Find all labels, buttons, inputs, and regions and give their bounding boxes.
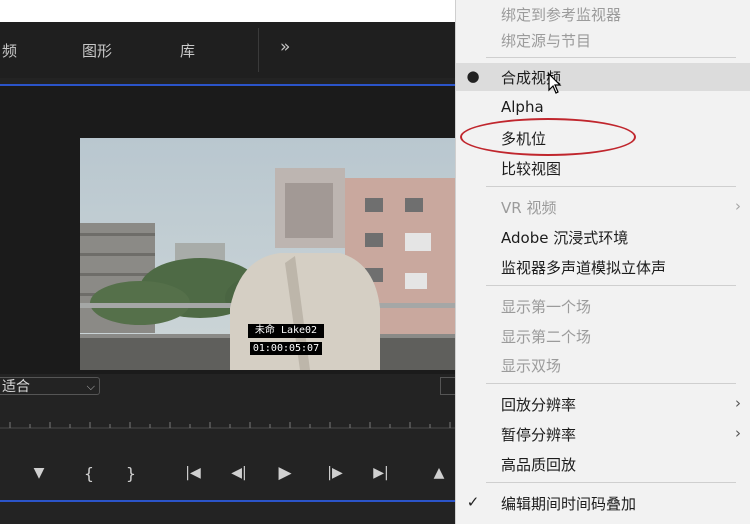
- menu-item-paused-resolution[interactable]: 暂停分辨率 ›: [456, 420, 750, 448]
- step-forward-icon: |▶: [327, 465, 343, 481]
- menu-separator: [486, 57, 736, 58]
- fit-zoom-select[interactable]: 适合 ⌵: [0, 377, 100, 395]
- play-icon: ▶: [278, 463, 292, 483]
- menu-item-multichannel-stereo[interactable]: 监视器多声道模拟立体声: [456, 253, 750, 281]
- tab-audio[interactable]: 频: [2, 40, 17, 61]
- menu-item-alpha[interactable]: Alpha: [456, 94, 750, 122]
- tab-graphics[interactable]: 图形: [82, 40, 112, 61]
- transport-controls: ▼ { } |◀ ◀| ▶ |▶ ▶| ▲: [0, 448, 455, 498]
- monitor-controls-row: 适合 ⌵: [0, 374, 455, 398]
- play-button[interactable]: ▶: [270, 448, 300, 498]
- chevron-right-icon: ›: [735, 197, 741, 215]
- monitor-context-menu: 绑定到参考监视器 绑定源与节目 ● 合成视频 Alpha 多机位 比较视图 VR…: [455, 0, 750, 524]
- ruler-ticks: [0, 422, 455, 429]
- workspace-tab-bar: 频 图形 库 »: [0, 22, 455, 78]
- lift-icon: ▲: [433, 465, 445, 481]
- menu-item-comparison-view[interactable]: 比较视图: [456, 154, 750, 182]
- overlay-timecode: 01:00:05:07: [250, 342, 322, 355]
- menu-item-playback-resolution[interactable]: 回放分辨率 ›: [456, 390, 750, 418]
- lift-button[interactable]: ▲: [424, 448, 454, 498]
- menu-separator: [486, 482, 736, 483]
- menu-separator: [486, 285, 736, 286]
- mark-out-button[interactable]: }: [116, 448, 146, 498]
- chevron-right-icon: ›: [735, 394, 741, 412]
- menu-item-show-both-fields[interactable]: 显示双场: [456, 351, 750, 379]
- go-to-in-icon: |◀: [185, 465, 201, 481]
- add-marker-button[interactable]: ▼: [24, 448, 54, 498]
- menu-separator: [486, 186, 736, 187]
- mark-out-icon: }: [125, 463, 137, 483]
- marker-icon: ▼: [33, 465, 45, 481]
- tab-separator: [258, 28, 259, 72]
- go-to-out-icon: ▶|: [373, 465, 389, 481]
- overlay-name-label: 未命 Lake02: [248, 324, 324, 338]
- time-ruler[interactable]: [0, 398, 455, 440]
- resolution-select[interactable]: [440, 377, 455, 395]
- step-back-icon: ◀|: [231, 465, 247, 481]
- menu-item-high-quality-playback[interactable]: 高品质回放: [456, 450, 750, 478]
- menu-item-timecode-overlay[interactable]: ✓ 编辑期间时间码叠加: [456, 489, 750, 517]
- chevron-right-icon: ›: [735, 424, 741, 442]
- panel-bottom-line: [0, 500, 455, 502]
- menu-item-immersive-environment[interactable]: Adobe 沉浸式环境: [456, 223, 750, 251]
- more-tabs-chevron-icon[interactable]: »: [280, 37, 290, 57]
- menu-item-composite-video[interactable]: ● 合成视频: [456, 63, 750, 94]
- menu-item-show-first-field[interactable]: 显示第一个场: [456, 292, 750, 320]
- top-strip: [0, 0, 455, 22]
- menu-item-show-second-field[interactable]: 显示第二个场: [456, 322, 750, 350]
- step-forward-button[interactable]: |▶: [320, 448, 350, 498]
- step-back-button[interactable]: ◀|: [224, 448, 254, 498]
- bullet-selected-icon: ●: [466, 67, 480, 85]
- tab-libraries[interactable]: 库: [180, 40, 195, 61]
- mark-in-button[interactable]: {: [74, 448, 104, 498]
- fit-zoom-value: 适合: [2, 379, 30, 395]
- menu-item-vr-video[interactable]: VR 视频 ›: [456, 193, 750, 221]
- go-to-in-button[interactable]: |◀: [178, 448, 208, 498]
- mark-in-icon: {: [83, 463, 95, 483]
- chevron-down-icon: ⌵: [86, 380, 95, 393]
- checkmark-icon: ✓: [466, 493, 480, 511]
- menu-item-bind-reference[interactable]: 绑定到参考监视器: [456, 0, 750, 28]
- menu-item-bind-source-program[interactable]: 绑定源与节目: [456, 26, 750, 54]
- annotation-ellipse: [460, 118, 636, 156]
- menu-separator: [486, 383, 736, 384]
- go-to-out-button[interactable]: ▶|: [366, 448, 396, 498]
